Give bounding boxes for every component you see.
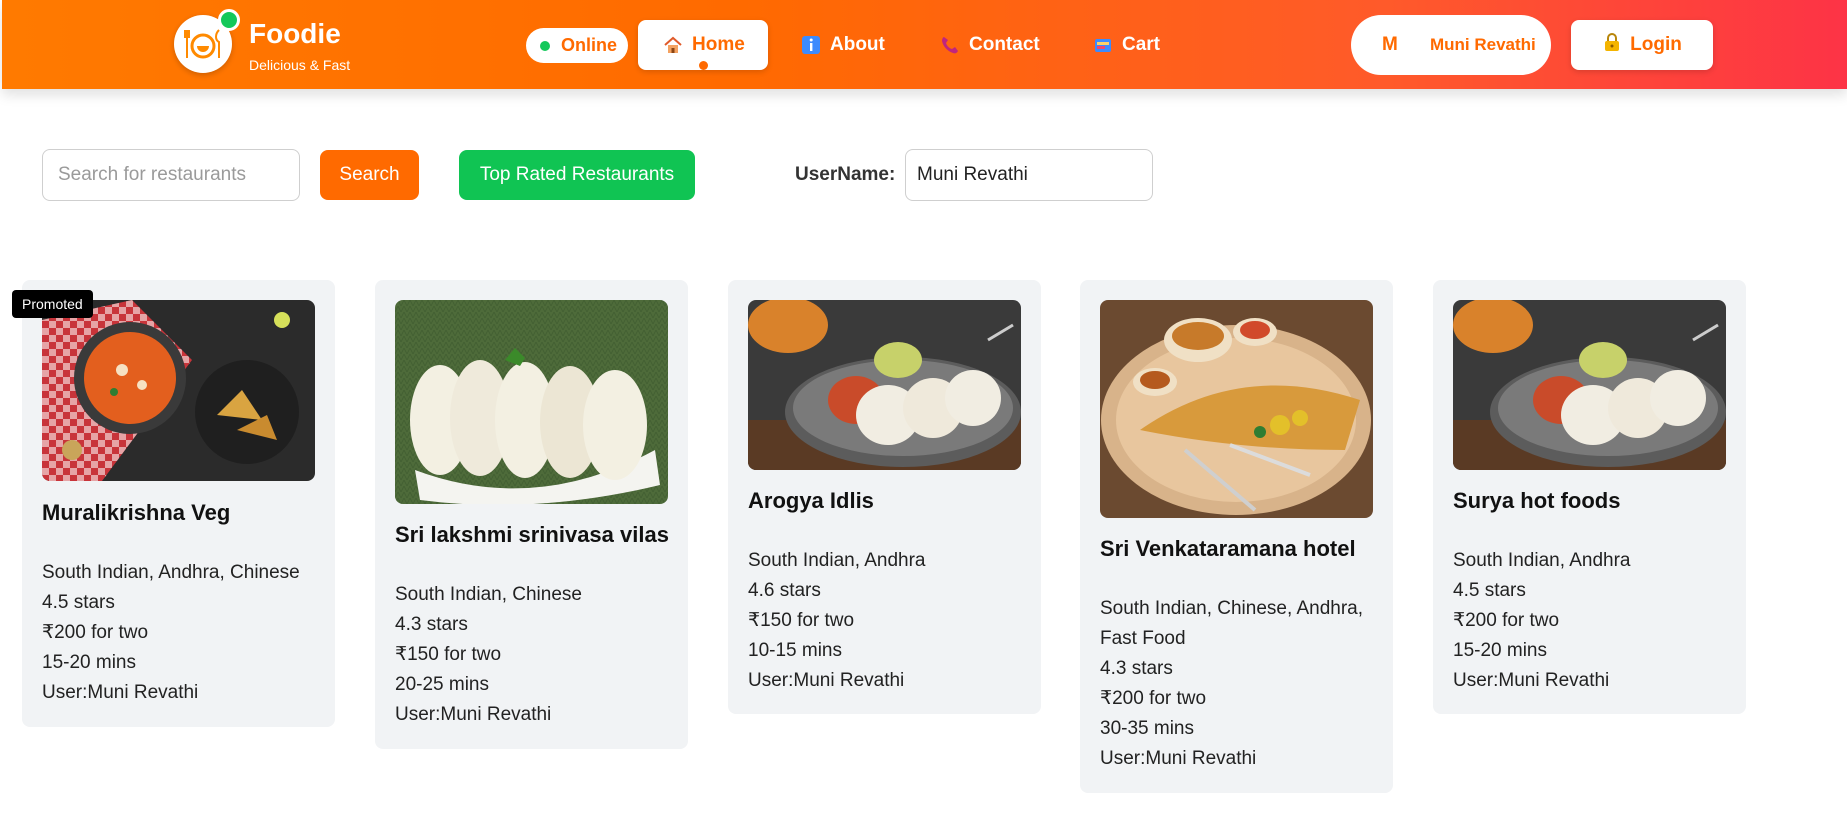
promoted-badge: Promoted (12, 290, 93, 318)
nav-home-label: Home (692, 34, 745, 55)
cart-icon (1092, 34, 1114, 56)
restaurant-card[interactable]: Sri lakshmi srinivasa vilas South Indian… (375, 280, 688, 749)
restaurant-delivery-time: 20-25 mins (395, 674, 489, 695)
restaurant-name: Sri Venkataramana hotel (1100, 536, 1356, 561)
nav-about-label: About (830, 34, 885, 55)
restaurant-image (1100, 300, 1373, 518)
restaurant-rating: 4.5 stars (1453, 580, 1526, 601)
restaurant-user: User:Muni Revathi (1453, 670, 1610, 691)
brand-name: Foodie (249, 18, 341, 49)
restaurant-card[interactable]: Arogya Idlis South Indian, Andhra 4.6 st… (728, 280, 1041, 714)
top-rated-restaurants-button[interactable]: Top Rated Restaurants (459, 150, 695, 200)
house-icon (662, 34, 684, 56)
search-button[interactable]: Search (320, 150, 419, 200)
brand-tagline: Delicious & Fast (249, 57, 351, 73)
restaurant-cuisines: South Indian, Chinese, Andhra, Fast Food (1100, 598, 1364, 649)
nav-contact-label: Contact (969, 34, 1040, 55)
restaurant-image (42, 300, 315, 481)
top-nav-bar: Foodie Delicious & Fast Online Home Abou… (2, 0, 1847, 89)
nav-contact[interactable]: Contact (939, 20, 1040, 70)
online-status-label: Online (561, 35, 618, 55)
restaurant-rating: 4.3 stars (395, 614, 468, 635)
restaurant-rating: 4.3 stars (1100, 658, 1173, 679)
restaurant-delivery-time: 30-35 mins (1100, 718, 1194, 739)
restaurant-cost: ₹150 for two (748, 610, 855, 631)
nav-cart[interactable]: Cart (1092, 20, 1160, 70)
search-input[interactable] (42, 149, 300, 201)
restaurant-cuisines: South Indian, Andhra, Chinese (42, 562, 300, 583)
restaurant-delivery-time: 15-20 mins (1453, 640, 1547, 661)
restaurant-image (1453, 300, 1726, 470)
login-label: Login (1630, 34, 1682, 55)
username-input[interactable] (905, 149, 1153, 201)
restaurant-cost: ₹200 for two (1453, 610, 1560, 631)
restaurant-user: User:Muni Revathi (748, 670, 905, 691)
nav-about[interactable]: About (800, 20, 885, 70)
restaurant-image (395, 300, 668, 504)
restaurant-cost: ₹150 for two (395, 644, 502, 665)
restaurant-delivery-time: 10-15 mins (748, 640, 842, 661)
username-label: UserName: (795, 164, 896, 185)
restaurant-cost: ₹200 for two (42, 622, 149, 643)
avatar: M (1382, 34, 1398, 55)
restaurant-details: South Indian, Andhra 4.5 stars ₹200 for … (1453, 546, 1733, 696)
restaurant-image (748, 300, 1021, 470)
restaurant-card[interactable]: Sri Venkataramana hotel South Indian, Ch… (1080, 280, 1393, 793)
restaurant-details: South Indian, Andhra, Chinese 4.5 stars … (42, 558, 322, 708)
nav-cart-label: Cart (1122, 34, 1161, 55)
restaurant-name: Muralikrishna Veg (42, 500, 231, 525)
restaurant-rating: 4.6 stars (748, 580, 821, 601)
online-dot-icon (540, 41, 550, 51)
restaurant-card[interactable]: Muralikrishna Veg South Indian, Andhra, … (22, 280, 335, 727)
restaurant-name: Surya hot foods (1453, 488, 1621, 513)
restaurant-user: User:Muni Revathi (42, 682, 199, 703)
nav-home[interactable]: Home (638, 20, 768, 70)
restaurant-cuisines: South Indian, Andhra (1453, 550, 1631, 571)
restaurant-delivery-time: 15-20 mins (42, 652, 136, 673)
user-name-label: Muni Revathi (1430, 35, 1536, 54)
restaurant-cuisines: South Indian, Chinese (395, 584, 582, 605)
info-icon (800, 34, 822, 56)
lock-icon (1602, 32, 1622, 58)
login-button[interactable]: Login (1571, 20, 1713, 70)
user-profile-pill[interactable]: M Muni Revathi (1351, 15, 1551, 75)
restaurant-card[interactable]: Surya hot foods South Indian, Andhra 4.5… (1433, 280, 1746, 714)
phone-icon (939, 34, 961, 56)
restaurant-rating: 4.5 stars (42, 592, 115, 613)
restaurant-user: User:Muni Revathi (1100, 748, 1257, 769)
active-indicator-dot (699, 61, 708, 70)
online-status-badge: Online (526, 28, 628, 63)
restaurant-name: Sri lakshmi srinivasa vilas (395, 522, 669, 547)
restaurant-details: South Indian, Chinese, Andhra, Fast Food… (1100, 594, 1380, 774)
restaurant-name: Arogya Idlis (748, 488, 874, 513)
restaurant-cuisines: South Indian, Andhra (748, 550, 926, 571)
restaurant-details: South Indian, Andhra 4.6 stars ₹150 for … (748, 546, 1028, 696)
restaurant-user: User:Muni Revathi (395, 704, 552, 725)
logo-status-dot (218, 9, 240, 31)
restaurant-cost: ₹200 for two (1100, 688, 1207, 709)
restaurant-details: South Indian, Chinese 4.3 stars ₹150 for… (395, 580, 675, 730)
